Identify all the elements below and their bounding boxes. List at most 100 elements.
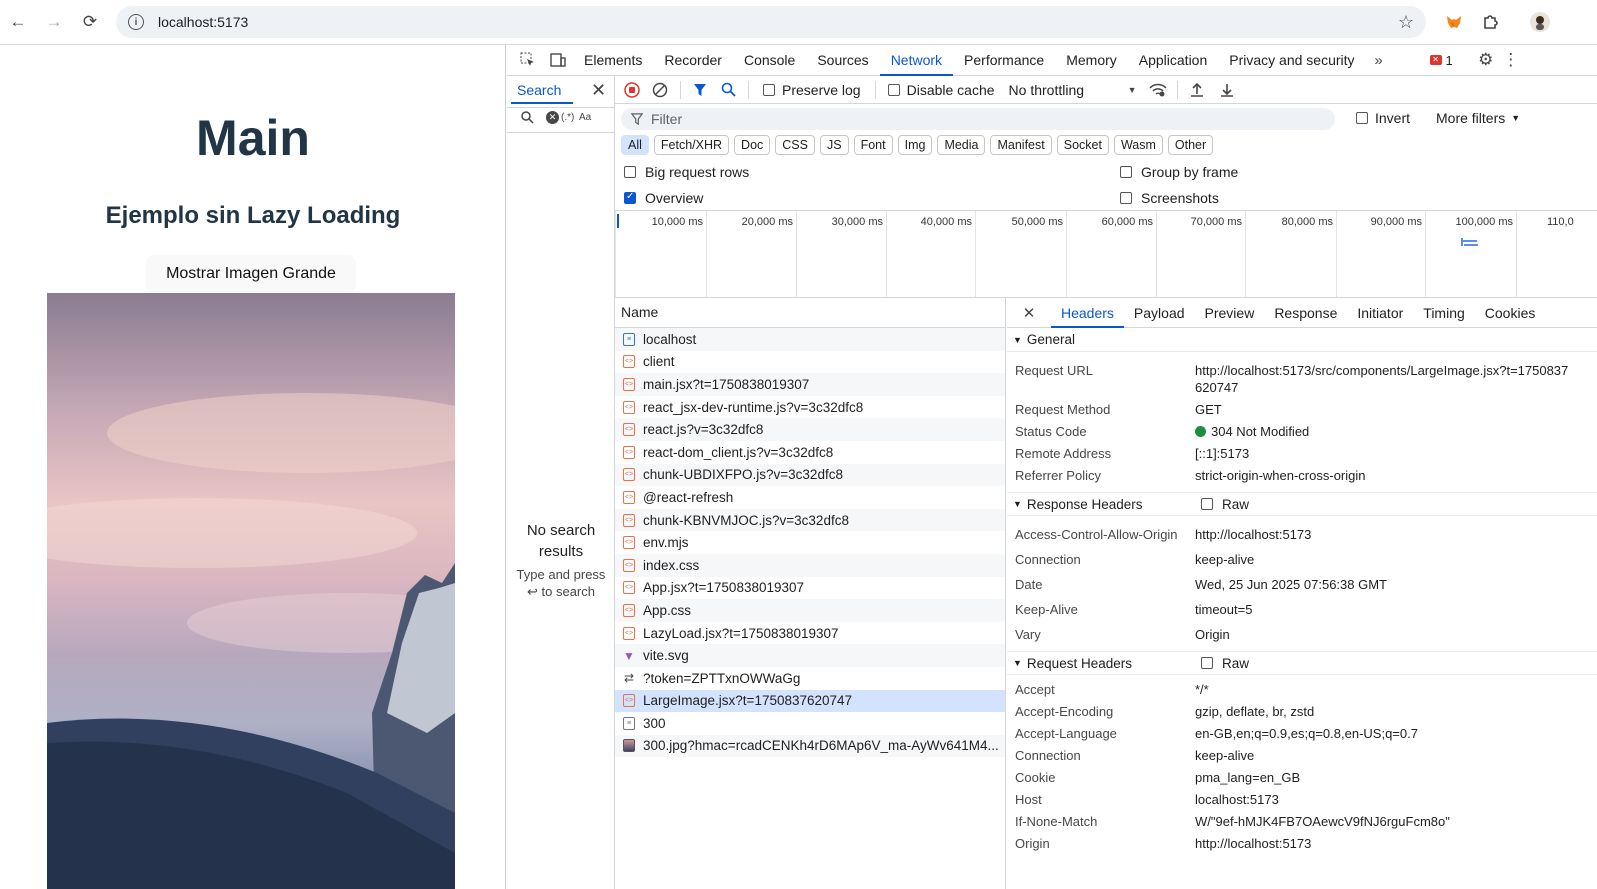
back-icon[interactable]: ←: [6, 10, 30, 34]
tab-console[interactable]: Console: [733, 45, 806, 76]
network-conditions-wifi-icon[interactable]: [1148, 82, 1167, 98]
response-raw-checkbox[interactable]: Raw: [1201, 497, 1249, 512]
inspect-element-icon[interactable]: [513, 52, 543, 68]
error-count-badge[interactable]: ✕ 1: [1429, 53, 1453, 68]
type-filter-media[interactable]: Media: [937, 135, 986, 155]
search-panel-title[interactable]: Search: [517, 82, 561, 98]
filter-funnel-icon[interactable]: [693, 83, 707, 97]
tab-recorder[interactable]: Recorder: [653, 45, 733, 76]
request-row[interactable]: ≡ localhost: [615, 328, 1005, 351]
extensions-puzzle-icon[interactable]: [1480, 12, 1500, 32]
regex-toggle[interactable]: (.*): [561, 112, 574, 123]
column-header-name[interactable]: Name: [615, 298, 1005, 328]
raw-box[interactable]: [1201, 498, 1213, 510]
big-rows-box[interactable]: [624, 166, 636, 178]
request-raw-checkbox[interactable]: Raw: [1201, 656, 1249, 671]
request-row[interactable]: <> LazyLoad.jsx?t=1750838019307: [615, 622, 1005, 645]
request-row[interactable]: <> chunk-KBNVMJOC.js?v=3c32dfc8: [615, 508, 1005, 532]
tab-network[interactable]: Network: [879, 45, 954, 76]
invert-box[interactable]: [1356, 112, 1368, 124]
metamask-extension-icon[interactable]: [1444, 12, 1464, 32]
forward-icon[interactable]: →: [42, 10, 66, 34]
request-row[interactable]: <> @react-refresh: [615, 486, 1005, 509]
type-filter-manifest[interactable]: Manifest: [990, 135, 1052, 155]
request-headers-section-header[interactable]: ▼ Request Headers Raw: [1007, 651, 1597, 675]
network-overview-timeline[interactable]: 10,000 ms 20,000 ms 30,000 ms 40,000 ms …: [615, 210, 1597, 298]
search-bar[interactable]: ✕ (.*) Aa: [507, 107, 615, 133]
request-row[interactable]: <> main.jsx?t=1750838019307: [615, 373, 1005, 396]
profile-avatar[interactable]: [1530, 12, 1550, 32]
type-filter-wasm[interactable]: Wasm: [1113, 135, 1163, 155]
preserve-log-checkbox[interactable]: Preserve log: [763, 82, 861, 98]
site-info-icon[interactable]: i: [128, 14, 144, 30]
clear-log-icon[interactable]: [652, 82, 668, 98]
address-bar[interactable]: i localhost:5173 ☆: [116, 6, 1426, 38]
general-section-header[interactable]: ▼ General: [1007, 328, 1597, 352]
more-options-icon[interactable]: ⋮: [1501, 50, 1521, 70]
type-filter-css[interactable]: CSS: [775, 135, 815, 155]
type-filter-all[interactable]: All: [621, 135, 649, 155]
response-headers-section-header[interactable]: ▼ Response Headers Raw: [1007, 492, 1597, 516]
tab-initiator[interactable]: Initiator: [1347, 298, 1413, 328]
device-toolbar-icon[interactable]: [543, 52, 573, 68]
raw-box[interactable]: [1201, 657, 1213, 669]
type-filter-fetch-xhr[interactable]: Fetch/XHR: [653, 135, 730, 155]
request-row[interactable]: <> react-dom_client.js?v=3c32dfc8: [615, 441, 1005, 464]
tab-timing[interactable]: Timing: [1413, 298, 1475, 328]
tab-cookies[interactable]: Cookies: [1475, 298, 1546, 328]
big-request-rows-checkbox[interactable]: Big request rows: [624, 164, 749, 180]
invert-checkbox[interactable]: Invert: [1356, 110, 1410, 126]
screenshots-box[interactable]: [1120, 192, 1132, 204]
preserve-log-box[interactable]: [763, 83, 775, 96]
group-by-frame-box[interactable]: [1120, 166, 1132, 178]
tab-headers[interactable]: Headers: [1051, 298, 1124, 328]
stop-recording-icon[interactable]: [624, 81, 640, 98]
match-case-toggle[interactable]: Aa: [579, 112, 591, 123]
tab-response[interactable]: Response: [1264, 298, 1347, 328]
request-row[interactable]: ⇄ ?token=ZPTTxnOWWaGg: [615, 667, 1005, 690]
tab-payload[interactable]: Payload: [1124, 298, 1195, 328]
request-row[interactable]: ▼ vite.svg: [615, 644, 1005, 667]
type-filter-js[interactable]: JS: [819, 135, 849, 155]
disable-cache-checkbox[interactable]: Disable cache: [887, 82, 995, 98]
type-filter-font[interactable]: Font: [853, 135, 893, 155]
tab-sources[interactable]: Sources: [806, 45, 879, 76]
request-row[interactable]: <> client: [615, 351, 1005, 374]
group-by-frame-checkbox[interactable]: Group by frame: [1120, 164, 1238, 180]
request-row[interactable]: <> App.jsx?t=1750838019307: [615, 577, 1005, 600]
request-row[interactable]: <> react_jsx-dev-runtime.js?v=3c32dfc8: [615, 396, 1005, 419]
tab-application[interactable]: Application: [1128, 45, 1219, 76]
reload-icon[interactable]: ⟳: [78, 10, 102, 34]
request-row[interactable]: <> react.js?v=3c32dfc8: [615, 418, 1005, 441]
url-text[interactable]: localhost:5173: [158, 14, 248, 30]
request-row[interactable]: <> App.css: [615, 599, 1005, 622]
tab-privacy-security[interactable]: Privacy and security: [1218, 45, 1365, 76]
clear-search-icon[interactable]: ✕: [546, 111, 559, 124]
type-filter-socket[interactable]: Socket: [1056, 135, 1109, 155]
type-filter-other[interactable]: Other: [1167, 135, 1214, 155]
close-search-icon[interactable]: ✕: [591, 80, 606, 101]
screenshots-checkbox[interactable]: Screenshots: [1120, 190, 1219, 206]
tab-performance[interactable]: Performance: [953, 45, 1055, 76]
request-row[interactable]: ≡ 300: [615, 712, 1005, 735]
request-row[interactable]: <> index.css: [615, 553, 1005, 577]
export-har-icon[interactable]: [1220, 82, 1234, 98]
tab-preview[interactable]: Preview: [1195, 298, 1265, 328]
type-filter-img[interactable]: Img: [897, 135, 933, 155]
request-row[interactable]: <> LargeImage.jsx?t=1750837620747: [615, 689, 1005, 713]
import-har-icon[interactable]: [1190, 82, 1204, 98]
network-search-icon[interactable]: [721, 82, 736, 97]
disable-cache-box[interactable]: [887, 83, 900, 96]
throttling-select[interactable]: No throttling ▼: [1009, 82, 1137, 98]
type-filter-doc[interactable]: Doc: [734, 135, 771, 155]
more-tabs-chevron-icon[interactable]: »: [1366, 52, 1392, 69]
request-row[interactable]: 300.jpg?hmac=rcadCENKh4rD6MAp6V_ma-AyWv6…: [615, 734, 1005, 758]
filter-input[interactable]: Filter: [621, 108, 1335, 130]
close-details-icon[interactable]: ✕: [1019, 304, 1039, 322]
more-filters-dropdown[interactable]: More filters ▼: [1436, 110, 1520, 126]
request-row[interactable]: <> chunk-UBDIXFPO.js?v=3c32dfc8: [615, 463, 1005, 487]
overview-checkbox[interactable]: Overview: [624, 190, 703, 206]
tab-elements[interactable]: Elements: [573, 45, 653, 76]
bookmark-star-icon[interactable]: ☆: [1398, 12, 1414, 33]
settings-gear-icon[interactable]: ⚙: [1471, 50, 1501, 70]
